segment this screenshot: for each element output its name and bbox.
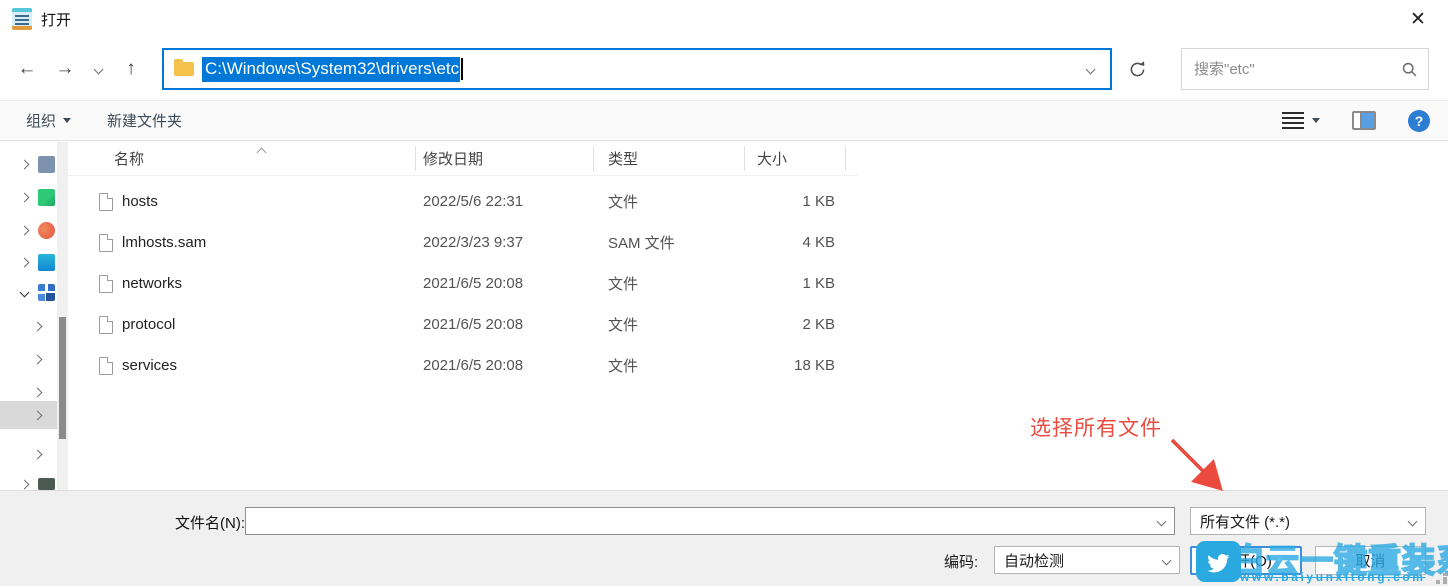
search-box[interactable] [1181, 48, 1429, 90]
filetype-combobox[interactable]: 所有文件 (*.*) [1190, 507, 1426, 535]
address-bar[interactable]: C:\Windows\System32\drivers\etc [162, 48, 1112, 90]
list-view-icon [1282, 112, 1304, 130]
encoding-dropdown-icon[interactable] [1153, 557, 1179, 564]
open-button[interactable]: 打开(O) [1190, 546, 1302, 575]
forward-icon[interactable]: → [46, 50, 84, 88]
filename-dropdown-icon[interactable] [1148, 518, 1174, 525]
recent-locations-icon[interactable] [84, 50, 112, 88]
column-divider[interactable] [744, 146, 745, 171]
footer-panel: 文件名(N): 所有文件 (*.*) 编码: 自动检测 打开(O) 取消 [0, 490, 1448, 586]
file-rows: hosts 2022/5/6 22:31 文件 1 KB lmhosts.sam… [68, 176, 1448, 386]
encoding-combobox[interactable]: 自动检测 [994, 546, 1180, 574]
change-view-button[interactable] [1276, 107, 1326, 135]
address-row: ← → ↑ C:\Windows\System32\drivers\etc [0, 38, 1448, 100]
address-dropdown-icon[interactable] [1077, 54, 1104, 84]
file-icon [99, 234, 113, 252]
filename-input[interactable] [246, 508, 1148, 534]
command-bar: 组织 新建文件夹 ? [0, 100, 1448, 141]
open-file-dialog: 打开 ✕ ← → ↑ C:\Windows\System32\drivers\e… [0, 0, 1448, 586]
scrollbar-thumb[interactable] [59, 317, 66, 439]
annotation-text: 选择所有文件 [1030, 412, 1162, 442]
file-row-networks[interactable]: networks 2021/6/5 20:08 文件 1 KB [68, 263, 1448, 304]
window-title: 打开 [41, 9, 71, 30]
tree-item[interactable] [0, 248, 57, 276]
documents-icon [38, 156, 55, 173]
column-header-date[interactable]: 修改日期 [415, 142, 593, 175]
tree-item-selected[interactable] [0, 401, 57, 429]
preview-pane-icon [1352, 111, 1376, 130]
organize-button[interactable]: 组织 [16, 104, 81, 137]
tree-item[interactable] [0, 150, 57, 178]
tree-item[interactable] [0, 440, 57, 468]
file-row-services[interactable]: services 2021/6/5 20:08 文件 18 KB [68, 345, 1448, 386]
column-divider[interactable] [593, 146, 594, 171]
back-icon[interactable]: ← [8, 50, 46, 88]
folder-icon [174, 62, 194, 76]
encoding-label: 编码: [944, 551, 978, 572]
tree-item[interactable] [0, 216, 57, 244]
help-icon: ? [1415, 113, 1424, 129]
pictures-icon [38, 254, 55, 271]
search-icon [1401, 61, 1418, 78]
new-folder-label: 新建文件夹 [107, 110, 182, 131]
dropdown-triangle-icon [63, 118, 71, 123]
close-icon[interactable]: ✕ [1398, 2, 1438, 36]
file-row-protocol[interactable]: protocol 2021/6/5 20:08 文件 2 KB [68, 304, 1448, 345]
music-icon [38, 222, 55, 239]
file-list: 名称 修改日期 类型 大小 hosts 2022/5/6 22:31 文件 1 … [68, 142, 1448, 490]
column-headers: 名称 修改日期 类型 大小 [68, 142, 858, 176]
column-divider[interactable] [845, 146, 846, 171]
tree-scrollbar[interactable] [57, 142, 68, 490]
column-header-name[interactable]: 名称 [68, 142, 415, 175]
column-header-type[interactable]: 类型 [593, 142, 744, 175]
tree-item[interactable] [0, 183, 57, 211]
up-icon[interactable]: ↑ [112, 50, 150, 88]
tree-item[interactable] [0, 345, 57, 373]
main-area: 名称 修改日期 类型 大小 hosts 2022/5/6 22:31 文件 1 … [0, 142, 1448, 490]
column-header-size[interactable]: 大小 [744, 142, 845, 175]
downloads-icon [38, 189, 55, 206]
file-icon [99, 316, 113, 334]
address-path-selected[interactable]: C:\Windows\System32\drivers\etc [202, 57, 460, 82]
filename-combobox[interactable] [245, 507, 1175, 535]
sort-ascending-icon [258, 143, 265, 160]
notepad-icon [12, 8, 32, 30]
file-icon [99, 357, 113, 375]
organize-label: 组织 [26, 110, 56, 131]
file-icon [99, 275, 113, 293]
this-pc-icon [38, 284, 55, 301]
file-row-lmhosts[interactable]: lmhosts.sam 2022/3/23 9:37 SAM 文件 4 KB [68, 222, 1448, 263]
title-bar: 打开 ✕ [0, 0, 1448, 38]
refresh-icon[interactable] [1115, 48, 1159, 90]
tree-item[interactable] [0, 312, 57, 340]
drive-icon [38, 478, 55, 490]
filetype-dropdown-icon[interactable] [1399, 518, 1425, 525]
navigation-pane [0, 142, 57, 490]
filetype-value: 所有文件 (*.*) [1191, 511, 1399, 532]
tree-item-this-pc[interactable] [0, 278, 57, 306]
view-dropdown-icon[interactable] [1312, 118, 1320, 123]
cancel-button[interactable]: 取消 [1315, 546, 1426, 575]
text-caret [461, 58, 463, 80]
file-icon [99, 193, 113, 211]
file-row-hosts[interactable]: hosts 2022/5/6 22:31 文件 1 KB [68, 181, 1448, 222]
filename-label: 文件名(N): [175, 512, 245, 533]
help-button[interactable]: ? [1408, 110, 1430, 132]
preview-pane-button[interactable] [1352, 111, 1376, 130]
encoding-value: 自动检测 [995, 550, 1153, 571]
tree-item[interactable] [0, 470, 57, 490]
column-divider[interactable] [415, 146, 416, 171]
view-controls: ? [1276, 107, 1430, 135]
new-folder-button[interactable]: 新建文件夹 [97, 104, 192, 137]
search-input[interactable] [1194, 61, 1401, 78]
